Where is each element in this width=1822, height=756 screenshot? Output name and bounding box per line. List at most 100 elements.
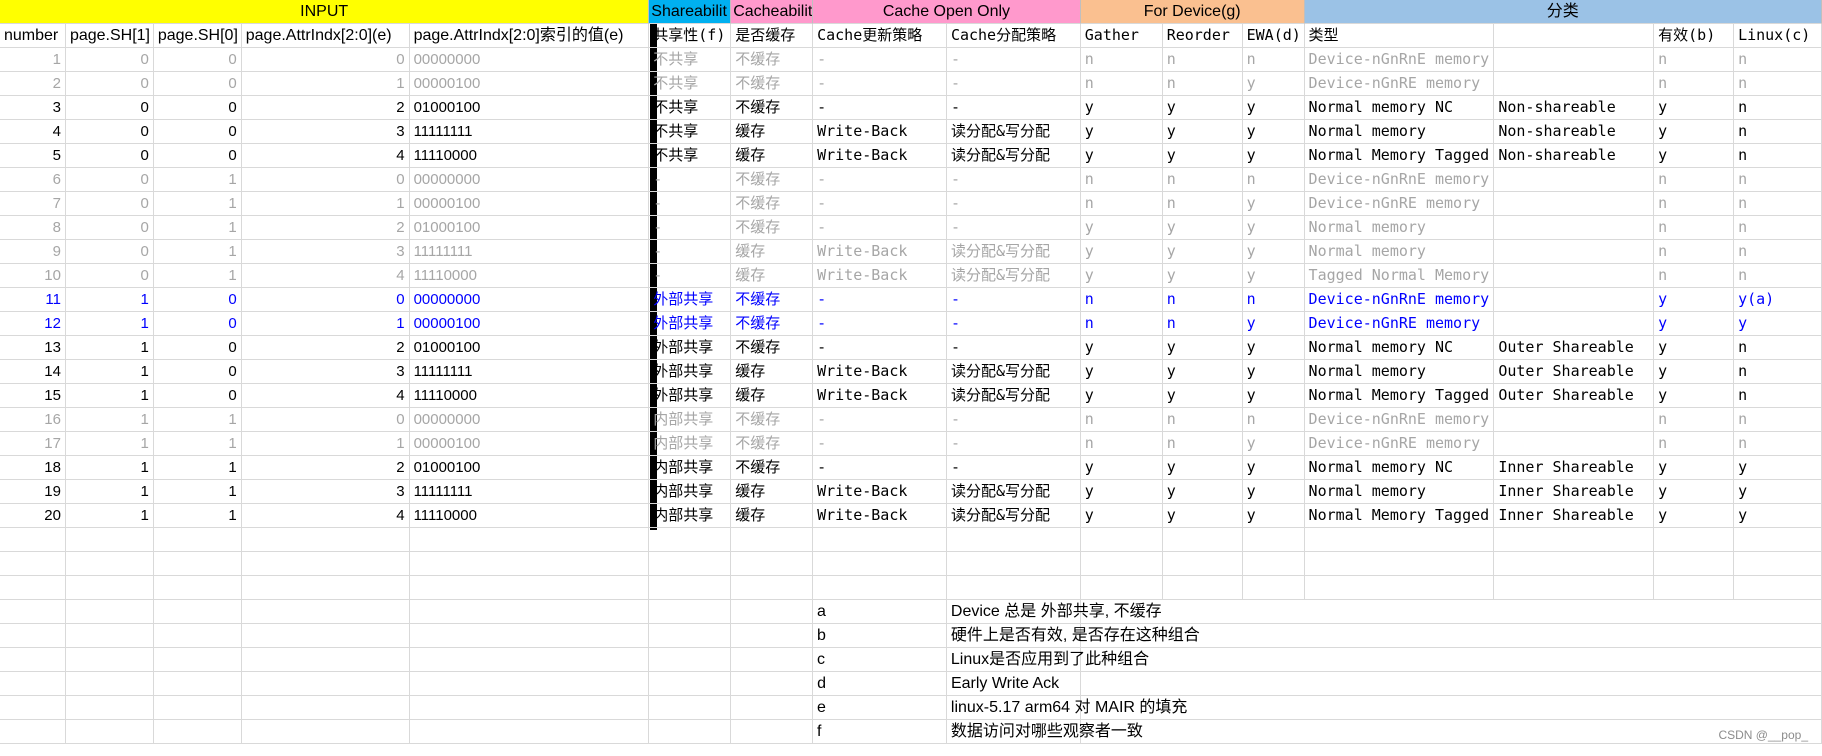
table-cell[interactable]: 11 xyxy=(0,288,66,312)
table-cell[interactable] xyxy=(241,720,410,744)
table-cell[interactable] xyxy=(1242,720,1305,744)
table-cell[interactable]: - xyxy=(813,168,947,192)
table-cell[interactable]: y xyxy=(1162,144,1243,168)
table-cell[interactable] xyxy=(153,528,242,552)
table-cell[interactable] xyxy=(65,696,154,720)
table-cell[interactable]: 1 xyxy=(153,480,242,504)
table-cell[interactable]: Write-Back xyxy=(813,360,947,384)
table-cell[interactable] xyxy=(1494,240,1655,264)
note-key[interactable]: d xyxy=(813,672,947,696)
table-cell[interactable]: n xyxy=(1654,240,1735,264)
table-cell[interactable] xyxy=(1242,600,1305,624)
table-cell[interactable]: y xyxy=(1162,240,1243,264)
table-cell[interactable]: Outer Shareable xyxy=(1494,360,1655,384)
table-cell[interactable]: n xyxy=(1734,336,1822,360)
table-cell[interactable] xyxy=(0,552,66,576)
table-cell[interactable]: n xyxy=(1654,264,1735,288)
table-cell[interactable]: 17 xyxy=(0,432,66,456)
table-cell[interactable]: 1 xyxy=(65,456,154,480)
table-cell[interactable] xyxy=(409,672,650,696)
table-cell[interactable]: Normal memory NC xyxy=(1304,96,1495,120)
table-cell[interactable]: - xyxy=(649,240,732,264)
table-cell[interactable] xyxy=(1162,528,1243,552)
table-cell[interactable]: Non-shareable xyxy=(1494,120,1655,144)
table-cell[interactable] xyxy=(1494,48,1655,72)
table-cell[interactable]: n xyxy=(1654,432,1735,456)
table-cell[interactable]: 缓存 xyxy=(731,504,814,528)
table-cell[interactable]: 2 xyxy=(241,456,410,480)
table-cell[interactable]: 缓存 xyxy=(731,240,814,264)
table-cell[interactable]: Normal memory NC xyxy=(1304,456,1495,480)
table-cell[interactable]: 1 xyxy=(153,216,242,240)
table-cell[interactable]: 不缓存 xyxy=(731,72,814,96)
table-cell[interactable]: 11110000 xyxy=(409,144,650,168)
table-cell[interactable] xyxy=(1304,624,1495,648)
table-cell[interactable]: y xyxy=(1654,336,1735,360)
table-cell[interactable] xyxy=(946,576,1081,600)
table-cell[interactable]: - xyxy=(813,192,947,216)
table-cell[interactable]: - xyxy=(813,312,947,336)
table-cell[interactable]: 不共享 xyxy=(649,144,732,168)
table-cell[interactable]: 缓存 xyxy=(731,480,814,504)
table-cell[interactable]: 13 xyxy=(0,336,66,360)
table-cell[interactable] xyxy=(241,624,410,648)
table-cell[interactable]: n xyxy=(1734,144,1822,168)
note-text[interactable]: 硬件上是否有效, 是否存在这种组合 xyxy=(946,624,1200,648)
table-cell[interactable]: 内部共享 xyxy=(649,480,732,504)
table-cell[interactable]: 11110000 xyxy=(409,504,650,528)
table-cell[interactable]: n xyxy=(1162,432,1243,456)
table-cell[interactable]: n xyxy=(1734,192,1822,216)
table-cell[interactable]: - xyxy=(649,168,732,192)
table-cell[interactable] xyxy=(1654,600,1735,624)
table-cell[interactable] xyxy=(1734,552,1822,576)
table-cell[interactable]: 不缓存 xyxy=(731,312,814,336)
table-cell[interactable]: 1 xyxy=(0,48,66,72)
table-cell[interactable]: y xyxy=(1654,96,1735,120)
table-cell[interactable]: 0 xyxy=(241,408,410,432)
table-cell[interactable]: 0 xyxy=(65,144,154,168)
table-cell[interactable]: 缓存 xyxy=(731,144,814,168)
table-cell[interactable]: n xyxy=(1080,48,1163,72)
table-cell[interactable]: - xyxy=(946,192,1081,216)
table-cell[interactable]: Device-nGnRE memory xyxy=(1304,72,1495,96)
table-cell[interactable]: 00000100 xyxy=(409,432,650,456)
table-cell[interactable]: - xyxy=(813,72,947,96)
table-cell[interactable]: y xyxy=(1162,336,1243,360)
table-cell[interactable]: - xyxy=(946,336,1081,360)
table-cell[interactable]: n xyxy=(1080,288,1163,312)
table-cell[interactable] xyxy=(0,696,66,720)
table-cell[interactable]: Write-Back xyxy=(813,144,947,168)
table-cell[interactable] xyxy=(0,600,66,624)
table-cell[interactable]: 0 xyxy=(153,144,242,168)
table-cell[interactable]: 0 xyxy=(153,96,242,120)
table-cell[interactable] xyxy=(1734,576,1822,600)
table-cell[interactable]: 20 xyxy=(0,504,66,528)
table-cell[interactable]: 01000100 xyxy=(409,216,650,240)
table-cell[interactable] xyxy=(153,552,242,576)
table-cell[interactable] xyxy=(0,528,66,552)
table-cell[interactable]: y xyxy=(1654,288,1735,312)
table-cell[interactable] xyxy=(1494,312,1655,336)
table-cell[interactable]: y xyxy=(1162,360,1243,384)
table-cell[interactable]: 4 xyxy=(241,144,410,168)
note-text[interactable]: Linux是否应用到了此种组合 xyxy=(946,648,1149,672)
table-cell[interactable]: Outer Shareable xyxy=(1494,384,1655,408)
table-cell[interactable] xyxy=(649,528,732,552)
table-cell[interactable]: 3 xyxy=(241,120,410,144)
table-cell[interactable] xyxy=(241,528,410,552)
table-cell[interactable]: 2 xyxy=(241,96,410,120)
table-cell[interactable] xyxy=(1080,528,1163,552)
table-cell[interactable]: 1 xyxy=(241,432,410,456)
table-cell[interactable]: 1 xyxy=(153,192,242,216)
table-cell[interactable]: 缓存 xyxy=(731,120,814,144)
table-cell[interactable]: 0 xyxy=(65,240,154,264)
table-cell[interactable]: 8 xyxy=(0,216,66,240)
table-cell[interactable] xyxy=(1242,648,1305,672)
table-cell[interactable]: n xyxy=(1162,288,1243,312)
table-cell[interactable]: n xyxy=(1654,408,1735,432)
table-cell[interactable]: n xyxy=(1162,192,1243,216)
table-cell[interactable]: n xyxy=(1242,48,1305,72)
note-text[interactable]: Early Write Ack xyxy=(946,672,1081,696)
table-cell[interactable] xyxy=(731,696,814,720)
table-cell[interactable]: Inner Shareable xyxy=(1494,456,1655,480)
